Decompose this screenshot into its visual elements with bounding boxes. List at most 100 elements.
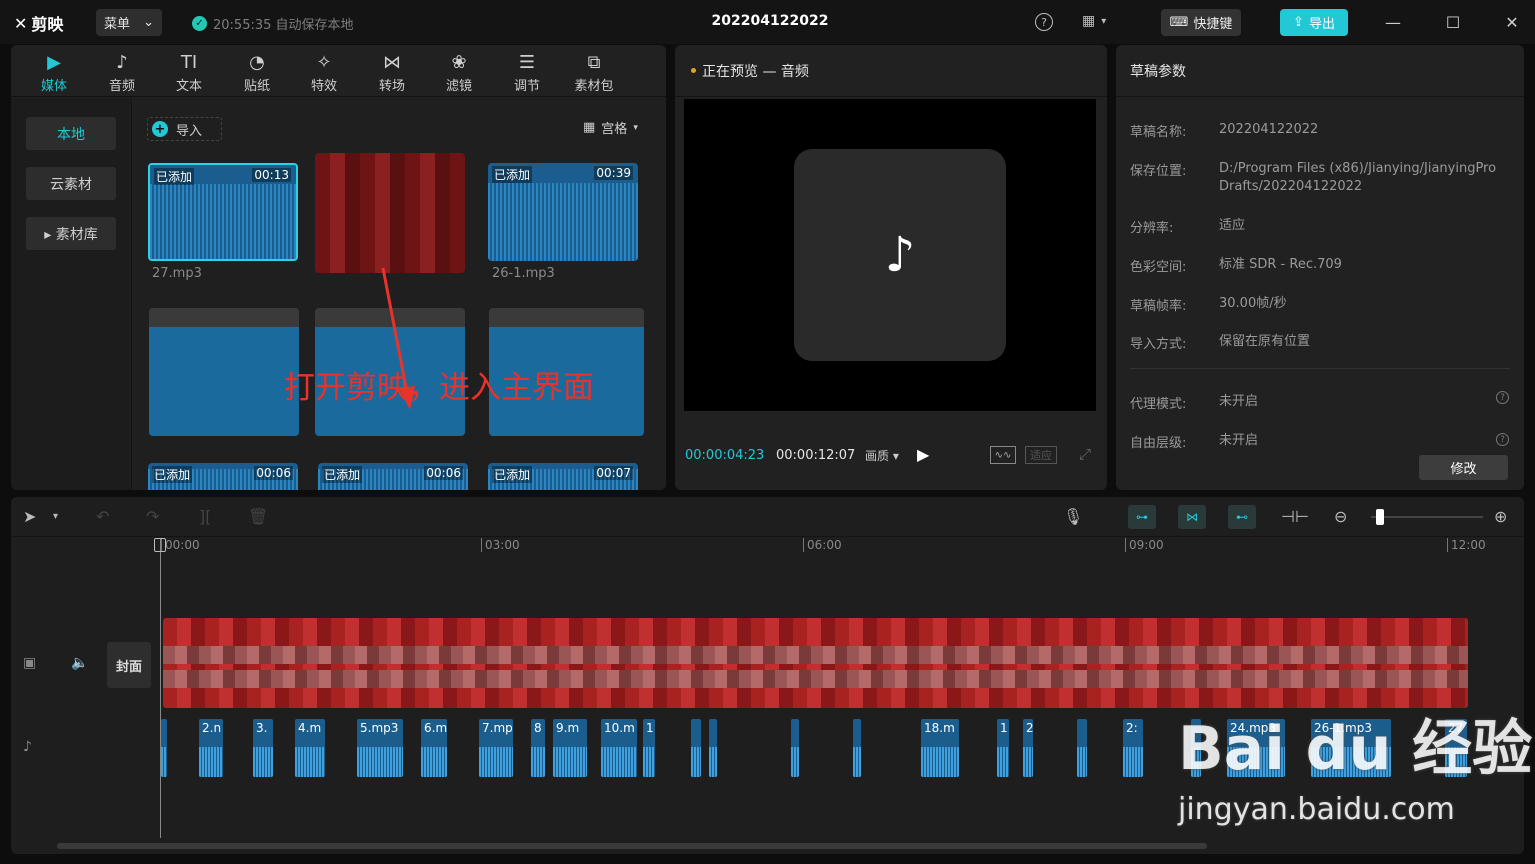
audio-clip[interactable]: [161, 719, 167, 777]
undo-icon[interactable]: ↶: [96, 507, 109, 526]
shortcut-button[interactable]: ⌨ 快捷键: [1161, 9, 1241, 36]
shortcut-label: 快捷键: [1193, 17, 1233, 32]
preview-canvas[interactable]: ♪: [684, 99, 1096, 411]
waveform: [1077, 747, 1087, 777]
help-icon[interactable]: ?: [1496, 433, 1509, 446]
waveform: [295, 747, 325, 777]
play-icon[interactable]: ▶: [917, 445, 929, 464]
microphone-icon[interactable]: 🎙: [1063, 507, 1083, 526]
zoom-out-icon[interactable]: ⊖: [1334, 507, 1347, 526]
audio-clip[interactable]: 2:: [1123, 719, 1143, 777]
tool-transition[interactable]: ⋈ 转场: [366, 51, 418, 94]
draft-params-panel: 草稿参数 草稿名称: 202204122022 保存位置: D:/Program…: [1116, 45, 1524, 490]
cover-button[interactable]: 封面: [107, 642, 151, 688]
import-button[interactable]: + 导入: [147, 117, 222, 141]
audio-clip[interactable]: 2: [1023, 719, 1033, 777]
thumb-name: 27.mp3: [152, 266, 202, 281]
tool-text[interactable]: TI 文本: [163, 51, 215, 94]
maximize-icon[interactable]: ☐: [1441, 10, 1465, 34]
param-label: 导入方式:: [1130, 337, 1187, 352]
tool-effects[interactable]: ✧ 特效: [298, 51, 350, 94]
param-label: 自由层级:: [1130, 436, 1187, 451]
help-icon[interactable]: ?: [1496, 391, 1509, 404]
minimize-icon[interactable]: —: [1381, 10, 1405, 34]
audio-clip[interactable]: 6.m: [421, 719, 447, 777]
time-ruler[interactable]: 00:00 03:00 06:00 09:00 12:00: [11, 538, 1524, 558]
preview-title: 正在预览 — 音频: [702, 63, 809, 80]
chevron-down-icon: ▾: [633, 122, 638, 133]
ruler-tick: 12:00: [1447, 538, 1486, 552]
audio-clip[interactable]: [1077, 719, 1087, 777]
split-icon[interactable]: ][: [199, 507, 211, 526]
preview-axis-icon[interactable]: ⊣⊢: [1281, 507, 1309, 526]
param-label: 保存位置:: [1130, 164, 1187, 179]
media-thumb[interactable]: 已添加 00:13: [148, 163, 298, 261]
waveform: [643, 747, 655, 777]
added-badge: 已添加: [492, 166, 533, 183]
auto-snap-icon[interactable]: ⋈: [1178, 505, 1206, 529]
audio-clip[interactable]: 5.mp3: [357, 719, 403, 777]
layout-button[interactable]: ▦ ▾: [1082, 13, 1106, 29]
audio-clip[interactable]: 10.m: [601, 719, 637, 777]
audio-clip[interactable]: 2.n: [199, 719, 223, 777]
speaker-icon[interactable]: 🔈: [71, 655, 88, 671]
help-icon[interactable]: ?: [1035, 13, 1053, 31]
close-icon[interactable]: ✕: [1500, 10, 1524, 34]
media-thumb[interactable]: [315, 153, 465, 273]
audio-clip[interactable]: 1: [997, 719, 1009, 777]
media-thumb[interactable]: 已添加 00:06: [148, 463, 298, 490]
playhead-handle[interactable]: [154, 538, 166, 552]
media-thumb[interactable]: [149, 308, 299, 436]
audio-clip[interactable]: 18.m: [921, 719, 959, 777]
tool-audio[interactable]: ♪ 音频: [96, 51, 148, 94]
sidebar-item-cloud[interactable]: 云素材: [26, 167, 116, 200]
tool-sticker[interactable]: ◔ 贴纸: [231, 51, 283, 94]
audio-clip[interactable]: [791, 719, 799, 777]
audio-clip[interactable]: [709, 719, 717, 777]
autosave-text: 20:55:35 自动保存本地: [213, 18, 354, 33]
chevron-down-icon[interactable]: ▾: [53, 511, 58, 522]
media-thumb[interactable]: 已添加 00:07: [488, 463, 638, 490]
zoom-slider-handle[interactable]: [1376, 509, 1384, 525]
param-value: 未开启: [1219, 433, 1259, 448]
audio-clip[interactable]: [853, 719, 861, 777]
menu-button[interactable]: 菜单 ⌄: [96, 9, 162, 36]
media-thumb[interactable]: 已添加 00:06: [318, 463, 468, 490]
zoom-in-icon[interactable]: ⊕: [1494, 507, 1507, 526]
audio-clip[interactable]: 7.mp: [479, 719, 513, 777]
sidebar-item-local[interactable]: 本地: [26, 117, 116, 150]
param-value: 保留在原有位置: [1219, 334, 1311, 349]
package-icon: ⧉: [587, 52, 601, 73]
playhead[interactable]: [160, 538, 161, 838]
waveform-icon[interactable]: ∿∿: [990, 446, 1016, 464]
audio-clip[interactable]: 3.: [253, 719, 273, 777]
tool-media[interactable]: ▶ 媒体: [28, 51, 80, 94]
audio-clip[interactable]: 9.m: [553, 719, 587, 777]
redo-icon[interactable]: ↷: [146, 507, 159, 526]
audio-clip[interactable]: 4.m: [295, 719, 325, 777]
export-button[interactable]: ⇪ 导出: [1280, 9, 1348, 36]
fullscreen-icon[interactable]: ⤢: [1079, 445, 1091, 463]
view-mode-dropdown[interactable]: ▦ 宫格 ▾: [583, 118, 638, 137]
select-tool-icon[interactable]: ➤: [23, 507, 36, 526]
view-label: 宫格: [601, 122, 628, 137]
audio-clip[interactable]: 1: [643, 719, 655, 777]
main-track-magnet-icon[interactable]: ⊶: [1128, 505, 1156, 529]
modify-button[interactable]: 修改: [1419, 455, 1508, 480]
tool-adjust[interactable]: ☰ 调节: [501, 51, 553, 94]
link-icon[interactable]: ⊷: [1228, 505, 1256, 529]
audio-clip[interactable]: 8: [531, 719, 545, 777]
sidebar-item-library[interactable]: ▸ 素材库: [26, 217, 116, 250]
audio-icon: ♪: [116, 52, 128, 73]
media-thumb[interactable]: 已添加 00:39: [488, 163, 638, 261]
video-clip[interactable]: [163, 618, 1468, 708]
quality-dropdown[interactable]: 画质 ▾: [865, 447, 899, 464]
tool-package[interactable]: ⧉ 素材包: [568, 51, 620, 94]
duration: 00:06: [254, 466, 293, 480]
zoom-slider[interactable]: [1371, 516, 1483, 518]
horizontal-scrollbar[interactable]: [57, 843, 1207, 849]
delete-icon[interactable]: 🗑: [248, 507, 268, 526]
fit-button[interactable]: 适应: [1025, 446, 1057, 464]
audio-clip[interactable]: [691, 719, 701, 777]
tool-filter[interactable]: ❀ 滤镜: [433, 51, 485, 94]
